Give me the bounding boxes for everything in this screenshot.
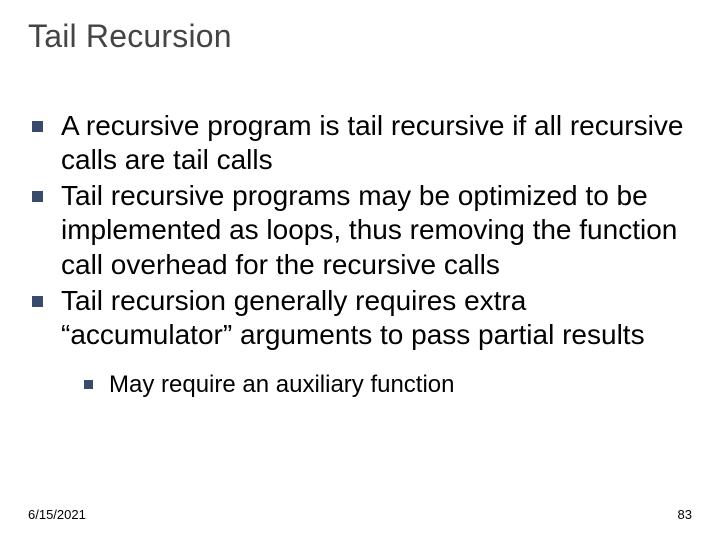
bullet-item: Tail recursive programs may be optimized… — [32, 179, 692, 281]
slide: Tail Recursion A recursive program is ta… — [0, 0, 720, 540]
square-bullet-icon — [32, 121, 43, 132]
footer-page-number: 83 — [678, 507, 692, 522]
square-bullet-icon — [84, 380, 93, 389]
sub-bullet-text: May require an auxiliary function — [109, 370, 455, 400]
bullet-text: A recursive program is tail recursive if… — [61, 109, 692, 177]
square-bullet-icon — [32, 191, 43, 202]
slide-footer: 6/15/2021 83 — [28, 507, 692, 522]
sub-bullet-list: May require an auxiliary function — [32, 370, 692, 400]
bullet-text: Tail recursive programs may be optimized… — [61, 179, 692, 281]
footer-date: 6/15/2021 — [28, 507, 86, 522]
slide-title: Tail Recursion — [28, 18, 692, 55]
bullet-item: Tail recursion generally requires extra … — [32, 284, 692, 352]
sub-bullet-item: May require an auxiliary function — [84, 370, 692, 400]
square-bullet-icon — [32, 296, 43, 307]
slide-content: A recursive program is tail recursive if… — [28, 109, 692, 400]
bullet-text: Tail recursion generally requires extra … — [61, 284, 692, 352]
bullet-item: A recursive program is tail recursive if… — [32, 109, 692, 177]
